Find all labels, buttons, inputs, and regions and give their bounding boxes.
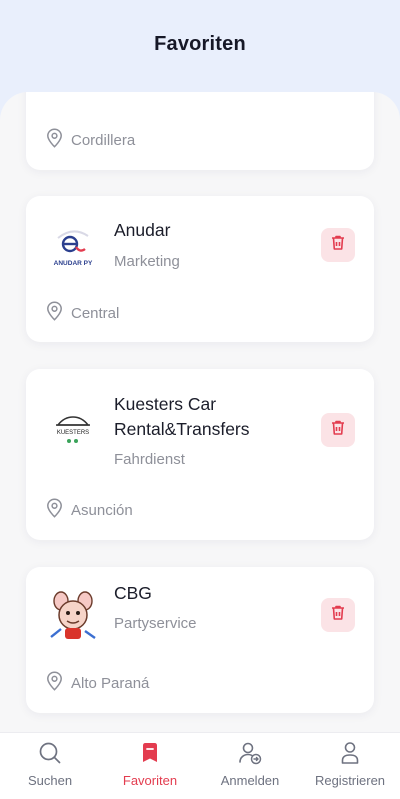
nav-item-register[interactable]: Registrieren (300, 733, 400, 799)
business-category: Marketing (114, 253, 180, 270)
nav-item-search[interactable]: Suchen (0, 733, 100, 799)
favorite-card[interactable]: KUESTERS Kuesters Car Rental&Transfers F… (26, 369, 374, 540)
favorite-card[interactable]: Cordillera (26, 92, 374, 170)
login-user-icon (238, 741, 262, 765)
delete-favorite-button[interactable] (321, 598, 355, 632)
business-name: CBG (114, 583, 152, 603)
business-name: Anudar (114, 220, 171, 240)
business-logo (46, 589, 100, 643)
search-icon (38, 741, 62, 765)
favorite-card[interactable]: ANUDAR PY Anudar Marketing Central (26, 196, 374, 342)
location-label: Central (71, 305, 120, 322)
trash-icon (330, 234, 346, 256)
bottom-navigation: Suchen Favoriten Anmelden Registrieren (0, 732, 400, 799)
location-pin-icon (46, 301, 63, 326)
delete-favorite-button[interactable] (321, 413, 355, 447)
nav-label: Anmelden (220, 773, 280, 788)
business-logo: KUESTERS (46, 403, 100, 457)
trash-icon (330, 419, 346, 441)
bookmark-icon (138, 741, 162, 765)
kuesters-logo-text: KUESTERS (57, 430, 89, 436)
nav-label: Suchen (27, 773, 73, 788)
location-pin-icon (46, 498, 63, 523)
business-category: Partyservice (114, 615, 197, 632)
business-name: Kuesters Car Rental&Transfers (114, 394, 250, 439)
business-category: Fahrdienst (114, 451, 185, 468)
favorite-card[interactable]: CBG Partyservice Alto Paraná (26, 567, 374, 713)
location-label: Cordillera (71, 132, 136, 149)
location-row: Alto Paraná (46, 671, 149, 696)
business-logo: ANUDAR PY (46, 218, 100, 272)
location-row: Asunción (46, 498, 133, 523)
location-label: Asunción (71, 502, 133, 519)
nav-item-favorites[interactable]: Favoriten (100, 733, 200, 799)
nav-label: Favoriten (122, 773, 178, 788)
nav-item-login[interactable]: Anmelden (200, 733, 300, 799)
person-icon (338, 741, 362, 765)
location-row: Cordillera (46, 128, 135, 153)
location-row: Central (46, 301, 119, 326)
nav-label: Registrieren (314, 773, 386, 788)
trash-icon (330, 604, 346, 626)
location-pin-icon (46, 671, 63, 696)
location-pin-icon (46, 128, 63, 153)
page-title: Favoriten (154, 33, 246, 55)
favorites-list[interactable]: Cordillera ANUDAR PY Anudar Marketing Ce… (0, 92, 400, 732)
location-label: Alto Paraná (71, 675, 150, 692)
delete-favorite-button[interactable] (321, 228, 355, 262)
anudar-logo-text: ANUDAR PY (54, 260, 93, 267)
